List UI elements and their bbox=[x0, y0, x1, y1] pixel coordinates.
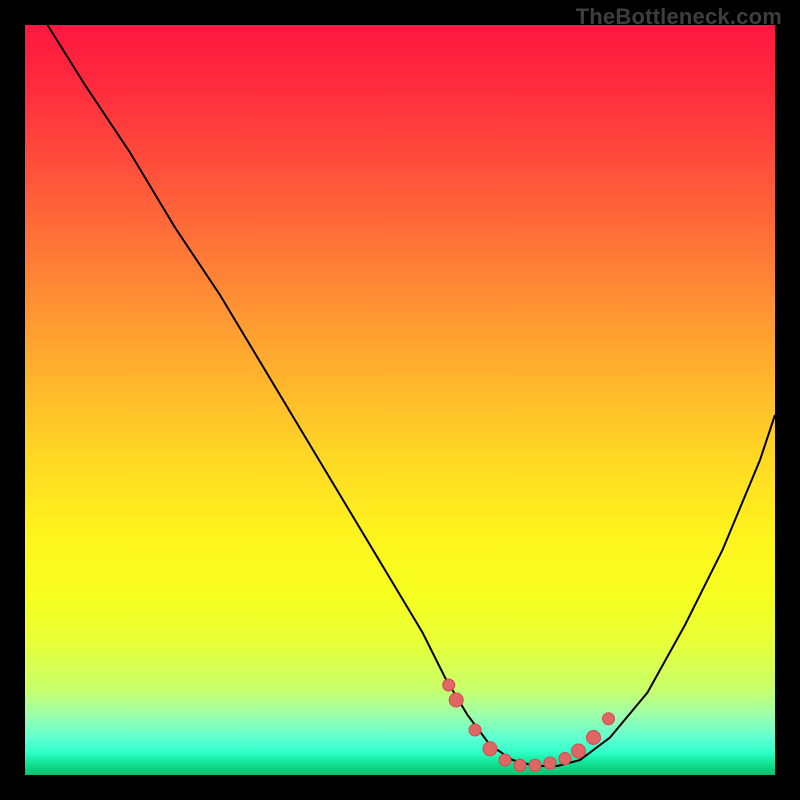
curve-marker bbox=[587, 731, 601, 745]
chart-svg bbox=[25, 25, 775, 775]
bottleneck-curve bbox=[25, 25, 775, 766]
curve-marker bbox=[499, 754, 511, 766]
plot-area bbox=[25, 25, 775, 775]
curve-markers bbox=[443, 679, 615, 771]
curve-marker bbox=[559, 753, 571, 765]
chart-container: TheBottleneck.com bbox=[0, 0, 800, 800]
curve-marker bbox=[529, 759, 541, 771]
curve-marker bbox=[483, 742, 497, 756]
curve-marker bbox=[449, 693, 463, 707]
curve-marker bbox=[469, 724, 481, 736]
curve-marker bbox=[572, 744, 586, 758]
curve-marker bbox=[443, 679, 455, 691]
curve-marker bbox=[603, 713, 615, 725]
curve-marker bbox=[514, 759, 526, 771]
curve-marker bbox=[544, 757, 556, 769]
